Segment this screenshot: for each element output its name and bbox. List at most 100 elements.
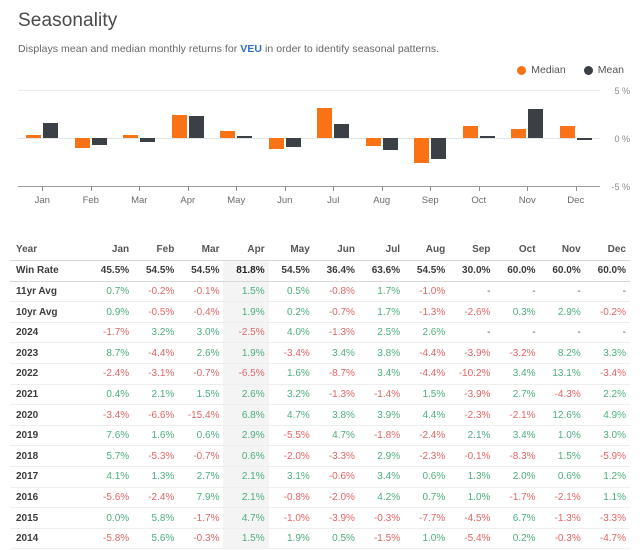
cell: 1.7% bbox=[358, 281, 405, 303]
cell: 0.6% bbox=[178, 425, 224, 447]
cell: 0.2% bbox=[268, 301, 314, 323]
cell: -0.7% bbox=[178, 363, 224, 385]
bar-aug-median[interactable] bbox=[365, 138, 381, 146]
cell: -8.7% bbox=[313, 363, 359, 385]
bar-jun-median[interactable] bbox=[268, 138, 284, 149]
table-col-sep[interactable]: Sep bbox=[449, 240, 495, 262]
legend-label-median: Median bbox=[531, 64, 566, 76]
cell: 81.8% bbox=[223, 260, 269, 282]
cell: -0.3% bbox=[539, 528, 585, 550]
bar-apr-median[interactable] bbox=[171, 114, 187, 138]
cell: -1.0% bbox=[268, 507, 314, 529]
cell: 7.9% bbox=[178, 487, 224, 509]
table-row: 2021 0.4% 2.1% 1.5% 2.6% 3.2% -1.3% -1.4% 1.5% -3… bbox=[10, 384, 630, 406]
y-axis-label-0: 5 % bbox=[614, 86, 630, 96]
cell: 7.6% bbox=[88, 425, 134, 447]
bar-jun-mean[interactable] bbox=[285, 138, 301, 147]
cell: 8.2% bbox=[539, 342, 585, 365]
table-col-feb[interactable]: Feb bbox=[133, 240, 179, 262]
bar-jan-median[interactable] bbox=[26, 135, 42, 138]
median-swatch-icon bbox=[517, 65, 527, 75]
table-col-jun[interactable]: Jun bbox=[313, 240, 359, 262]
table-col-dec[interactable]: Dec bbox=[584, 240, 630, 262]
cell: -1.7% bbox=[88, 322, 134, 344]
bar-sep-mean[interactable] bbox=[431, 138, 447, 160]
bar-feb-median[interactable] bbox=[74, 138, 90, 148]
row-label: 2015 bbox=[10, 507, 88, 529]
cell: 0.6% bbox=[539, 466, 585, 488]
cell: 2.1% bbox=[223, 466, 269, 488]
cell: 4.1% bbox=[88, 466, 134, 488]
legend-item-median[interactable]: Median bbox=[517, 64, 566, 76]
cell: -4.4% bbox=[404, 342, 450, 365]
bar-dec-mean[interactable] bbox=[576, 138, 592, 140]
cell: 2.9% bbox=[358, 445, 405, 468]
bar-jul-median[interactable] bbox=[317, 108, 333, 138]
bar-apr-mean[interactable] bbox=[188, 115, 204, 138]
cell: 2.0% bbox=[494, 466, 540, 488]
cell: -5.8% bbox=[88, 528, 134, 550]
table-row: 10yr Avg 0.9% -0.5% -0.4% 1.9% 0.2% -0.7% 1.7% -… bbox=[10, 301, 630, 323]
table-header-row: Year Jan Feb Mar Apr May Jun Jul Aug Sep Oct Nov Dec bbox=[10, 240, 630, 262]
cell: 3.4% bbox=[358, 363, 405, 385]
row-label: 2020 bbox=[10, 404, 88, 426]
axis-tick bbox=[187, 186, 189, 191]
cell: 5.8% bbox=[133, 507, 179, 529]
bar-sep-median[interactable] bbox=[414, 138, 430, 163]
legend-item-mean[interactable]: Mean bbox=[583, 64, 624, 76]
bar-feb-mean[interactable] bbox=[91, 138, 107, 145]
cell: -4.3% bbox=[539, 384, 585, 406]
table-col-oct[interactable]: Oct bbox=[494, 240, 540, 262]
cell: 54.5% bbox=[268, 260, 314, 282]
bar-nov-median[interactable] bbox=[511, 129, 527, 138]
cell: -2.1% bbox=[494, 404, 540, 426]
bar-jul-mean[interactable] bbox=[334, 123, 350, 138]
bar-mar-median[interactable] bbox=[123, 135, 139, 138]
chart-x-axis: Jan Feb Mar Apr May Jun Jul Aug Sep Oct Nov Dec bbox=[18, 186, 600, 212]
ticker-link[interactable]: VEU bbox=[240, 43, 262, 55]
seasonality-chart[interactable]: Jan Feb Mar Apr May Jun Jul Aug Sep Oct Nov Dec 5 %… bbox=[10, 86, 630, 214]
cell: -0.2% bbox=[584, 301, 630, 323]
table-col-mar[interactable]: Mar bbox=[178, 240, 224, 262]
y-axis-label-1: 0 % bbox=[614, 134, 630, 144]
table-row: 2018 5.7% -5.3% -0.7% 0.6% -2.0% -3.3% 2.9% -2.3… bbox=[10, 445, 630, 468]
table-col-apr[interactable]: Apr bbox=[223, 240, 269, 262]
bar-oct-mean[interactable] bbox=[479, 136, 495, 138]
table-col-aug[interactable]: Aug bbox=[404, 240, 450, 262]
cell: -5.5% bbox=[268, 425, 314, 447]
table-col-jul[interactable]: Jul bbox=[358, 240, 405, 262]
cell: 13.1% bbox=[539, 363, 585, 385]
axis-tick bbox=[527, 186, 529, 191]
cell: 30.0% bbox=[449, 260, 495, 282]
cell: 3.4% bbox=[313, 342, 359, 365]
cell: -3.9% bbox=[449, 342, 495, 365]
bar-aug-mean[interactable] bbox=[382, 138, 398, 150]
bar-jan-mean[interactable] bbox=[43, 122, 59, 138]
table-body: Win Rate 45.5% 54.5% 54.5% 81.8% 54.5% 36.4% 63… bbox=[10, 260, 630, 550]
table-row: 2023 8.7% -4.4% 2.6% 1.9% -3.4% 3.4% 3.8% -4.4% -… bbox=[10, 342, 630, 365]
cell: - bbox=[584, 322, 630, 344]
chart-bars bbox=[18, 86, 600, 186]
table-col-nov[interactable]: Nov bbox=[539, 240, 585, 262]
axis-label-jul: Jul bbox=[327, 195, 340, 206]
table-col-year[interactable]: Year bbox=[10, 240, 88, 262]
cell: -8.3% bbox=[494, 445, 540, 468]
cell: 5.6% bbox=[133, 528, 179, 550]
cell: -0.1% bbox=[449, 445, 495, 468]
bar-mar-mean[interactable] bbox=[140, 138, 156, 142]
cell: -1.7% bbox=[494, 487, 540, 509]
cell: -5.3% bbox=[133, 445, 179, 468]
cell: -0.7% bbox=[313, 301, 359, 323]
table-row: 2015 0.0% 5.8% -1.7% 4.7% -1.0% -3.9% -0.3% -7.7… bbox=[10, 507, 630, 529]
bar-oct-median[interactable] bbox=[462, 126, 478, 138]
cell: 54.5% bbox=[178, 260, 224, 282]
bar-dec-median[interactable] bbox=[559, 126, 575, 138]
table-col-jan[interactable]: Jan bbox=[88, 240, 134, 262]
bar-may-median[interactable] bbox=[220, 131, 236, 138]
cell: 3.4% bbox=[494, 363, 540, 385]
cell: 6.8% bbox=[223, 404, 269, 426]
axis-label-jan: Jan bbox=[34, 195, 50, 206]
bar-nov-mean[interactable] bbox=[528, 109, 544, 138]
bar-may-mean[interactable] bbox=[237, 136, 253, 138]
table-col-may[interactable]: May bbox=[268, 240, 314, 262]
